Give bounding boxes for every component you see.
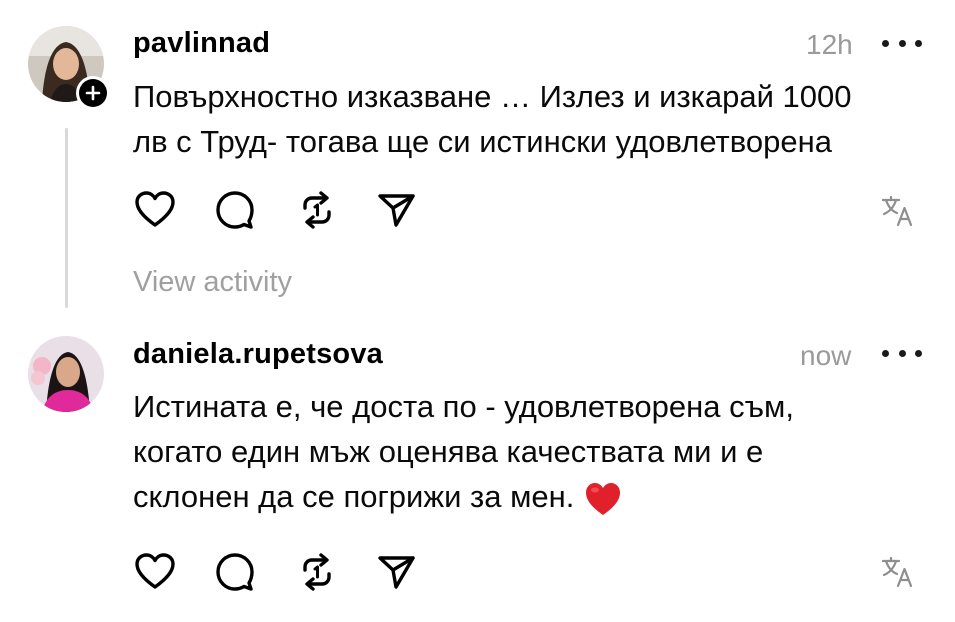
share-button[interactable] bbox=[375, 188, 419, 232]
post-text-line: лв с Труд- тогава ще си истински удовлет… bbox=[133, 124, 832, 159]
translate-icon bbox=[881, 195, 913, 227]
like-button[interactable] bbox=[133, 550, 177, 594]
translate-button[interactable] bbox=[880, 193, 916, 229]
username[interactable]: pavlinnad bbox=[133, 27, 270, 60]
heart-emoji-icon bbox=[586, 482, 621, 515]
heart-icon bbox=[135, 191, 175, 227]
share-button[interactable] bbox=[375, 550, 419, 594]
more-icon[interactable] bbox=[882, 347, 922, 359]
translate-icon bbox=[881, 556, 913, 588]
post-text-line-last: склонен да се погрижи за мен. bbox=[133, 479, 575, 514]
thread-line bbox=[65, 128, 68, 308]
follow-plus-icon bbox=[85, 85, 101, 101]
post-daniela-rupetsova: daniela.rupetsova now Истината е, че дос… bbox=[0, 310, 955, 622]
more-icon[interactable] bbox=[882, 37, 922, 49]
repost-button[interactable] bbox=[295, 188, 339, 232]
share-icon bbox=[378, 556, 415, 589]
post-time: now bbox=[800, 340, 852, 371]
translate-button[interactable] bbox=[880, 554, 916, 590]
heart-icon bbox=[135, 553, 175, 589]
avatar[interactable] bbox=[28, 336, 104, 412]
comment-button[interactable] bbox=[213, 550, 257, 594]
post-text: Повърхностно изказване … Излез и изкарай… bbox=[133, 74, 933, 164]
post-time: 12h bbox=[806, 29, 853, 60]
repost-button[interactable] bbox=[295, 550, 339, 594]
post-text-line: склонен да се погрижи за мен. bbox=[133, 474, 933, 519]
repost-icon bbox=[303, 191, 331, 229]
view-activity-link[interactable]: View activity bbox=[133, 266, 292, 299]
follow-button[interactable] bbox=[76, 76, 110, 110]
post-text: Истината е, че доста по - удовлетворена … bbox=[133, 384, 933, 519]
comment-icon bbox=[216, 191, 254, 229]
post-text-line: Повърхностно изказване … Излез и изкарай… bbox=[133, 79, 852, 114]
repost-icon bbox=[303, 553, 331, 591]
post-text-line: когато един мъж оценява качествата ми и … bbox=[133, 434, 764, 469]
comment-button[interactable] bbox=[213, 188, 257, 232]
post-text-line: Истината е, че доста по - удовлетворена … bbox=[133, 389, 794, 424]
comment-icon bbox=[216, 553, 254, 591]
avatar-photo bbox=[28, 336, 104, 412]
share-icon bbox=[378, 194, 415, 227]
like-button[interactable] bbox=[133, 188, 177, 232]
username[interactable]: daniela.rupetsova bbox=[133, 338, 383, 371]
post-pavlinnad: pavlinnad 12h Повърхностно изказване … И… bbox=[0, 0, 955, 310]
